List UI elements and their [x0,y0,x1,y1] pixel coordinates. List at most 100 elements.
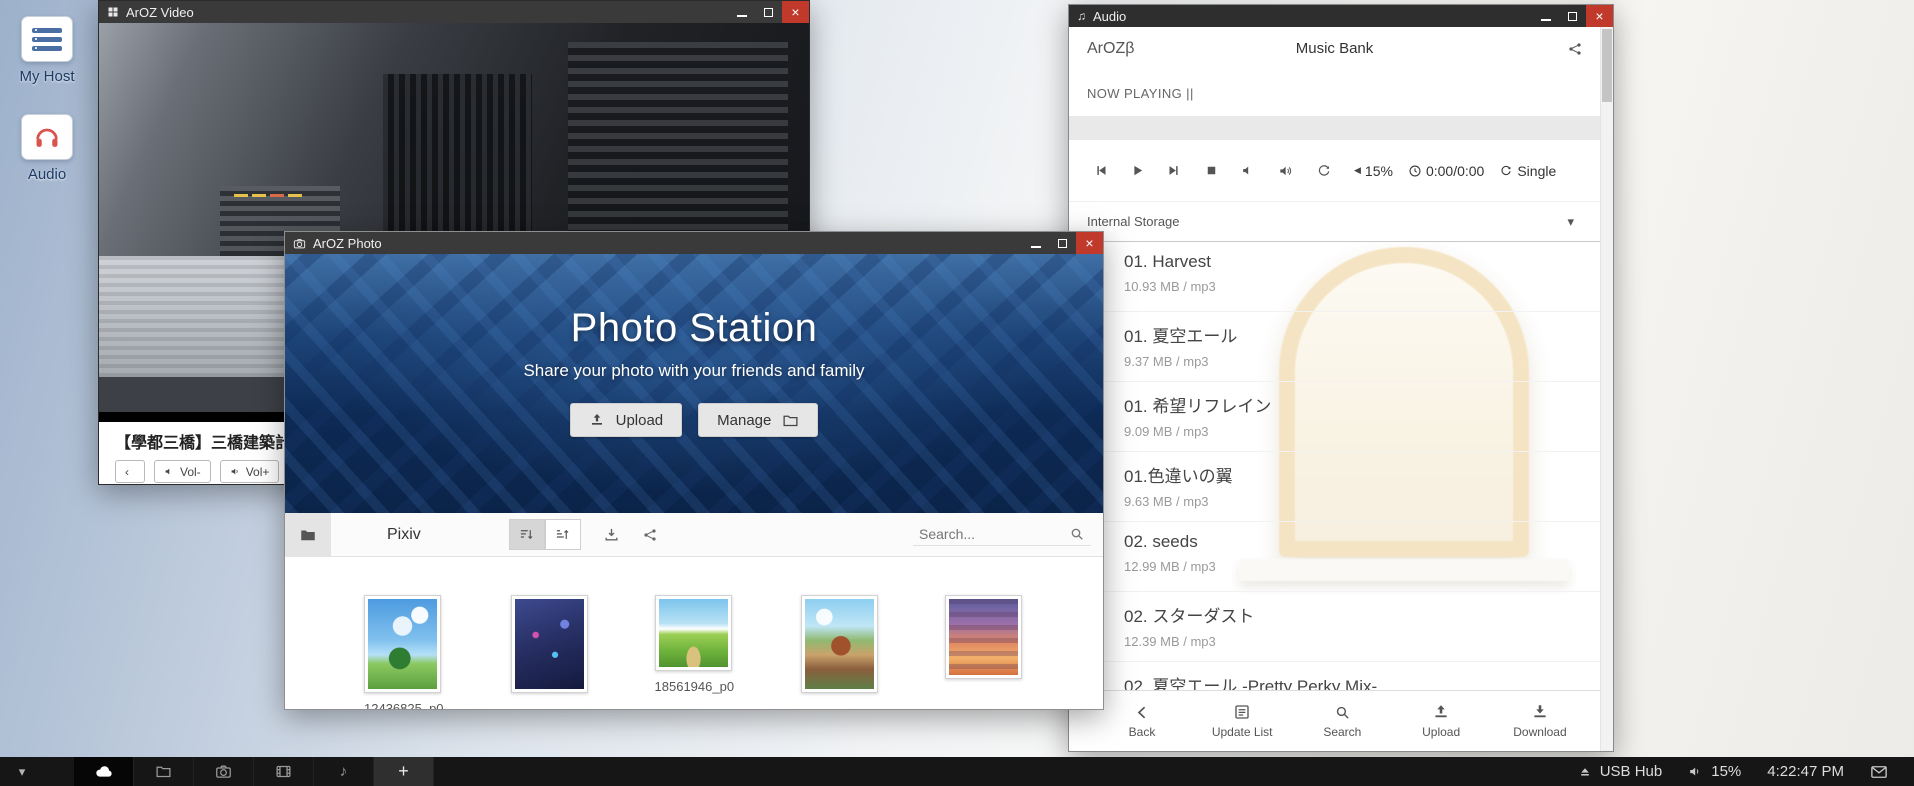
close-button[interactable]: × [782,1,809,23]
minimize-button[interactable] [1022,232,1049,254]
download-icon [603,526,620,543]
taskbar-menu-caret[interactable]: ▾ [0,764,44,780]
audio-window-titlebar[interactable]: ♫ Audio × [1069,5,1613,27]
stop-button[interactable] [1204,163,1219,178]
photo-card[interactable]: 18561946_p0 [655,595,735,694]
share-icon[interactable] [1567,41,1583,57]
volume-level: ◀ 15% [1354,163,1393,179]
minimize-button[interactable] [1532,5,1559,27]
track-row[interactable]: 01. 夏空エール 9.37 MB / mp3 [1069,312,1600,382]
video-window-titlebar[interactable]: ArOZ Video × [99,1,809,23]
photo-card[interactable] [511,595,588,701]
track-row[interactable]: 02. スターダスト 12.39 MB / mp3 [1069,592,1600,662]
volume-up-button[interactable] [1278,163,1294,179]
track-title: 01. 希望リフレイン [1124,392,1600,417]
scrollbar[interactable] [1600,27,1613,751]
share-button[interactable] [642,527,658,543]
volume-down-button[interactable]: Vol- [154,460,211,483]
photo-card[interactable] [801,595,878,701]
manage-button[interactable]: Manage [698,403,818,437]
repeat-icon [1499,164,1513,178]
taskbar-cloud-app[interactable] [74,757,134,786]
sort-descending-button[interactable] [545,519,581,550]
folder-icon [299,526,317,544]
cloud-icon [94,762,113,781]
film-icon [275,763,292,780]
loop-button[interactable] [1316,163,1332,179]
track-meta: 9.37 MB / mp3 [1124,354,1600,369]
usb-device-indicator[interactable]: USB Hub [1578,763,1663,780]
aroz-brand: ArOZβ [1087,40,1134,58]
track-row[interactable]: 01. 希望リフレイン 9.09 MB / mp3 [1069,382,1600,452]
track-row[interactable]: 02. 夏空エール -Pretty Perky Mix- [1069,662,1600,692]
track-title: 01.色違いの翼 [1124,462,1600,487]
seek-bar[interactable] [1069,116,1600,140]
chevron-left-icon [1134,704,1151,721]
download-button[interactable] [603,526,620,543]
taskbar-files-app[interactable] [134,757,194,786]
volume-indicator[interactable]: 15% [1688,763,1741,780]
app-grid-icon [107,6,119,18]
close-button[interactable]: × [1586,5,1613,27]
clock[interactable]: 4:22:47 PM [1767,763,1844,780]
play-button[interactable] [1130,163,1145,178]
sort-ascending-button[interactable] [509,519,545,550]
speaker-icon [1688,764,1703,779]
back-button[interactable]: Back [1113,691,1171,751]
photo-window-titlebar[interactable]: ArOZ Photo × [285,232,1103,254]
photo-card[interactable] [945,595,1022,687]
upload-icon [589,412,605,428]
envelope-icon [1870,763,1888,781]
clock-icon [1408,164,1422,178]
taskbar-photo-app[interactable] [194,757,254,786]
desktop-icon-my-host[interactable]: My Host [4,16,90,85]
audio-window-title: Audio [1093,9,1126,24]
photo-window-title: ArOZ Photo [313,236,382,251]
search-input[interactable] [919,526,1069,542]
folder-browser-button[interactable] [285,513,331,557]
upload-button[interactable]: Upload [570,403,683,437]
maximize-button[interactable] [1049,232,1076,254]
video-back-button[interactable]: ‹ [115,460,145,483]
upload-button[interactable]: Upload [1412,691,1470,751]
track-meta: 12.39 MB / mp3 [1124,634,1600,649]
track-meta: 10.93 MB / mp3 [1124,279,1600,294]
taskbar-video-app[interactable] [254,757,314,786]
mute-button[interactable] [1241,163,1256,178]
volume-triangle-icon: ◀ [1354,165,1361,176]
search-button[interactable]: Search [1313,691,1371,751]
skip-next-button[interactable] [1167,163,1182,178]
track-row[interactable]: 02. seeds 12.99 MB / mp3 [1069,522,1600,592]
photo-window: ArOZ Photo × Photo Station Share your ph… [284,231,1104,710]
track-row[interactable]: 01.色違いの翼 9.63 MB / mp3 [1069,452,1600,522]
maximize-button[interactable] [755,1,782,23]
update-list-button[interactable]: Update List [1212,691,1273,751]
my-host-icon [21,16,73,62]
list-icon [1233,703,1251,721]
storage-select[interactable]: Internal Storage ▾ [1069,201,1600,242]
taskbar-music-app[interactable]: ♪ [314,757,374,786]
search-icon[interactable] [1069,526,1085,542]
download-icon [1531,703,1549,721]
track-title: 02. スターダスト [1124,602,1600,627]
photo-thumbnail [368,599,437,689]
speaker-icon [164,466,175,477]
messages-icon[interactable] [1870,763,1888,781]
music-note-icon: ♫ [1077,9,1086,23]
scrollbar-thumb[interactable] [1602,29,1612,102]
taskbar-add-app-button[interactable]: + [374,757,434,786]
share-icon [642,527,658,543]
track-row[interactable]: 01. Harvest 10.93 MB / mp3 [1069,242,1600,312]
speaker-icon [230,466,241,477]
track-meta: 9.63 MB / mp3 [1124,494,1600,509]
close-button[interactable]: × [1076,232,1103,254]
track-title: 02. seeds [1124,532,1600,552]
photo-card[interactable]: 12436825_p0 [364,595,444,710]
minimize-button[interactable] [728,1,755,23]
desktop-icon-audio[interactable]: Audio [4,114,90,183]
maximize-button[interactable] [1559,5,1586,27]
volume-up-button[interactable]: Vol+ [220,460,280,483]
download-button[interactable]: Download [1511,691,1569,751]
skip-previous-button[interactable] [1093,163,1108,178]
playback-mode-toggle[interactable]: Single [1499,163,1556,179]
